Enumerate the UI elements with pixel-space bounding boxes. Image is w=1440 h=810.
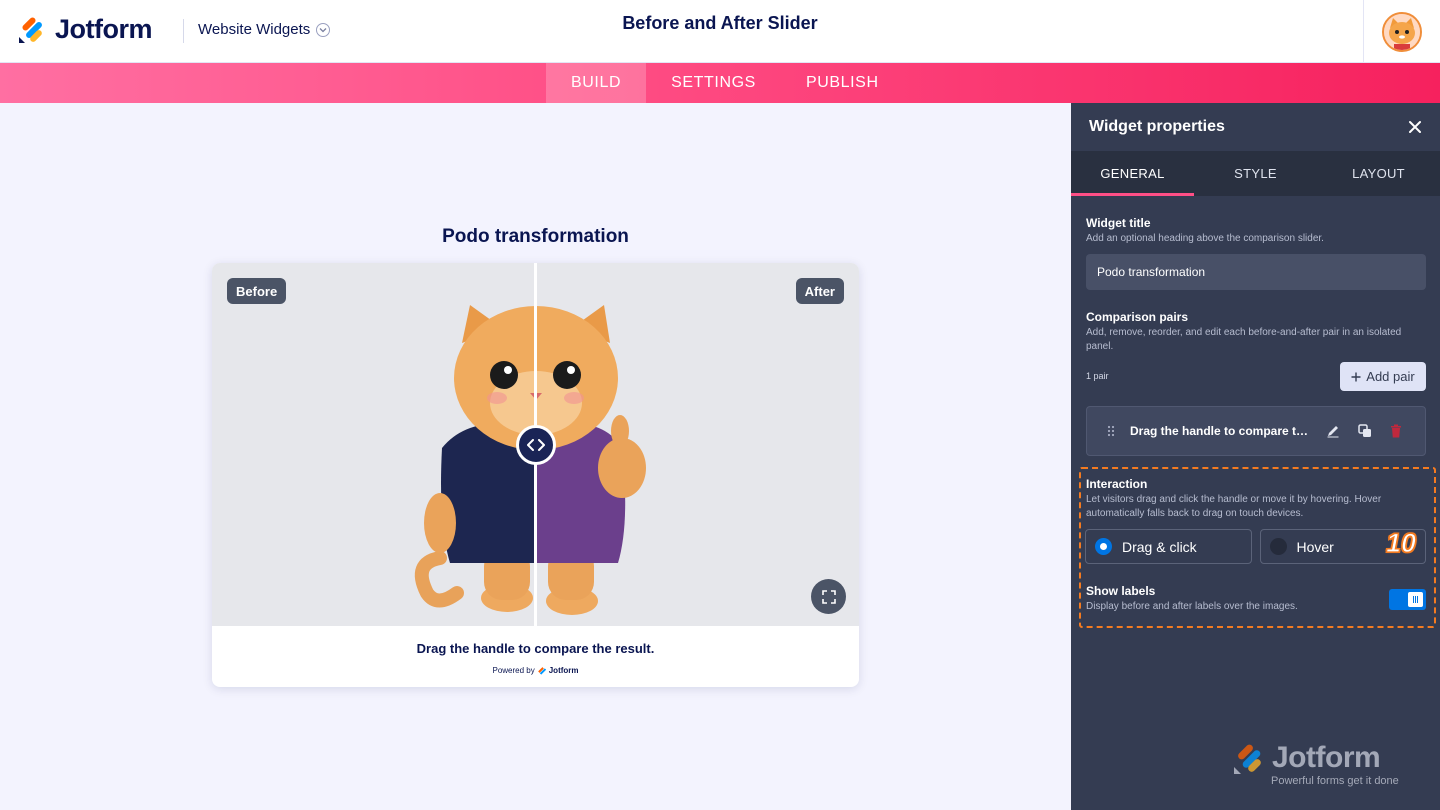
plus-icon <box>1351 372 1361 381</box>
jotform-logo[interactable]: Jotform <box>17 14 153 45</box>
panel-tabs: GENERAL STYLE LAYOUT <box>1071 151 1440 196</box>
avatar[interactable] <box>1382 11 1422 52</box>
jotform-logo-icon <box>19 16 42 43</box>
slider-handle[interactable] <box>516 425 556 465</box>
tab-general[interactable]: GENERAL <box>1071 151 1194 196</box>
jotform-mini-logo-icon <box>537 666 546 675</box>
product-switcher[interactable]: Website Widgets <box>198 21 331 38</box>
powered-by-text: Powered by <box>492 666 535 675</box>
comparison-widget-card: Before After Drag the handle to compare … <box>212 263 859 687</box>
builder-nav: BUILD SETTINGS PUBLISH <box>0 63 1440 103</box>
chevron-down-icon <box>316 22 331 37</box>
delete-trash-icon[interactable] <box>1390 424 1402 438</box>
tab-publish[interactable]: PUBLISH <box>781 63 904 103</box>
tab-build[interactable]: BUILD <box>546 63 647 103</box>
brand-name: Jotform <box>55 14 153 44</box>
pair-count: 1 pair <box>1086 371 1109 381</box>
pair-actions <box>1326 424 1402 438</box>
list-item[interactable]: Drag the handle to compare the result. <box>1086 406 1426 456</box>
widget-title-input[interactable]: Podo transformation <box>1086 254 1426 290</box>
widget-properties-panel: Widget properties GENERAL STYLE LAYOUT W… <box>1071 103 1440 810</box>
widget-heading: Podo transformation <box>442 226 629 247</box>
widget-title-description: Add an optional heading above the compar… <box>1086 233 1324 244</box>
add-pair-button[interactable]: Add pair <box>1340 362 1426 391</box>
widget-title-label: Widget title <box>1086 216 1151 230</box>
comparison-stage[interactable]: Before After <box>212 263 859 626</box>
edit-pencil-icon[interactable] <box>1326 424 1340 438</box>
comparison-pairs-label: Comparison pairs <box>1086 310 1189 324</box>
jotform-watermark: Jotform Powerful forms get it done <box>1232 741 1399 787</box>
drag-handle-icon[interactable] <box>1104 425 1118 437</box>
step-marker: 10 <box>1385 527 1417 558</box>
powered-by[interactable]: Powered by Jotform <box>212 666 859 675</box>
product-switcher-label: Website Widgets <box>198 21 311 38</box>
duplicate-icon[interactable] <box>1358 424 1372 438</box>
before-label: Before <box>227 278 287 304</box>
arrows-left-right-icon <box>527 439 545 451</box>
radio-hover-label: Hover <box>1296 538 1334 555</box>
radio-drag-click-label: Drag & click <box>1122 538 1197 555</box>
radio-unselected-icon <box>1269 538 1287 555</box>
interaction-options: Drag & click Hover <box>1085 529 1426 564</box>
panel-title: Widget properties <box>1089 118 1225 135</box>
tab-settings[interactable]: SETTINGS <box>646 63 781 103</box>
comparison-pairs-description: Add, remove, reorder, and edit each befo… <box>1086 327 1402 352</box>
slide-caption: Drag the handle to compare the result. <box>416 641 655 656</box>
pair-title: Drag the handle to compare the result. <box>1130 424 1312 438</box>
fullscreen-button[interactable] <box>811 579 846 614</box>
watermark-brand: Jotform <box>1272 741 1381 774</box>
close-icon[interactable] <box>1408 120 1422 134</box>
builder-tabs: BUILD SETTINGS PUBLISH <box>546 63 904 103</box>
top-bar: Jotform Website Widgets Before and After… <box>0 0 1440 63</box>
tab-layout[interactable]: LAYOUT <box>1317 151 1440 196</box>
radio-selected-icon <box>1095 538 1112 555</box>
panel-header: Widget properties <box>1071 103 1440 151</box>
header-divider <box>183 19 184 43</box>
podo-avatar-icon <box>1384 13 1420 50</box>
after-label: After <box>795 278 844 304</box>
widget-title-section: Widget title Add an optional heading abo… <box>1086 216 1426 246</box>
toggle-knob <box>1408 592 1423 607</box>
show-labels-toggle[interactable] <box>1389 589 1426 610</box>
jotform-watermark-icon <box>1234 744 1261 774</box>
watermark-tagline: Powerful forms get it done <box>1271 775 1399 787</box>
add-pair-label: Add pair <box>1366 369 1415 384</box>
fullscreen-icon <box>821 589 836 604</box>
comparison-pairs-section: Comparison pairs Add, remove, reorder, a… <box>1086 310 1426 354</box>
powered-by-brand: Jotform <box>548 666 579 675</box>
tab-style[interactable]: STYLE <box>1194 151 1317 196</box>
radio-drag-click[interactable]: Drag & click <box>1085 529 1252 564</box>
account-menu[interactable] <box>1363 0 1440 63</box>
